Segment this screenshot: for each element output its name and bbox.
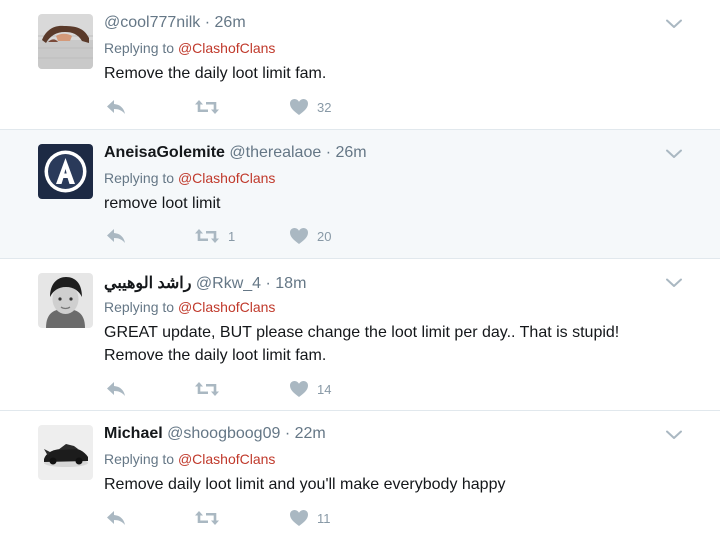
timestamp[interactable]: · 22m	[285, 425, 326, 442]
mention-link[interactable]: @ClashofClans	[178, 170, 275, 186]
replying-prefix: Replying to	[104, 451, 175, 467]
heart-icon	[289, 509, 309, 527]
display-name[interactable]: AneisaGolemite	[104, 144, 225, 161]
retweet-button[interactable]	[194, 97, 228, 117]
timestamp[interactable]: · 26m	[205, 14, 246, 31]
replying-prefix: Replying to	[104, 40, 175, 56]
like-count: 20	[317, 228, 332, 244]
reply-button[interactable]	[106, 508, 126, 528]
timestamp[interactable]: · 26m	[326, 144, 367, 161]
like-button[interactable]: 20	[289, 226, 331, 246]
tweet[interactable]: @cool777nilk · 26m Replying to @ClashofC…	[0, 0, 720, 130]
timestamp[interactable]: · 18m	[266, 275, 307, 292]
display-name[interactable]: Michael	[104, 425, 163, 442]
mention-link[interactable]: @ClashofClans	[178, 40, 275, 56]
chevron-down-icon[interactable]	[666, 275, 682, 285]
retweet-count: 1	[228, 228, 236, 244]
retweet-icon	[194, 381, 220, 397]
avatar[interactable]	[38, 144, 93, 199]
heart-icon	[289, 98, 309, 116]
like-button[interactable]: 11	[289, 508, 331, 528]
reply-icon	[106, 510, 126, 526]
like-count: 14	[317, 381, 332, 397]
chevron-down-icon[interactable]	[666, 146, 682, 156]
reply-button[interactable]	[106, 97, 126, 117]
tweet-text: Remove daily loot limit and you'll make …	[104, 476, 506, 493]
tweet-text: GREAT update, BUT please change the loot…	[104, 321, 694, 367]
tweet-text: remove loot limit	[104, 195, 221, 212]
avatar[interactable]	[38, 14, 93, 69]
user-handle[interactable]: @therealaoe	[229, 144, 321, 161]
tweet-text-line: GREAT update, BUT please change the loot…	[104, 324, 620, 341]
retweet-icon	[194, 99, 220, 115]
retweet-button[interactable]	[194, 508, 228, 528]
user-handle[interactable]: @cool777nilk	[104, 14, 200, 31]
retweet-icon	[194, 510, 220, 526]
display-name[interactable]: راشد الوهيبي	[104, 275, 191, 292]
replying-prefix: Replying to	[104, 299, 175, 315]
mention-link[interactable]: @ClashofClans	[178, 299, 275, 315]
replying-prefix: Replying to	[104, 170, 175, 186]
chevron-down-icon[interactable]	[666, 16, 682, 26]
like-button[interactable]: 32	[289, 97, 331, 117]
retweet-button[interactable]	[194, 379, 228, 399]
avatar[interactable]	[38, 425, 93, 480]
retweet-button[interactable]: 1	[194, 226, 235, 246]
like-count: 11	[317, 510, 331, 526]
user-handle[interactable]: @shoogboog09	[167, 425, 280, 442]
replying-to: Replying to @ClashofClans	[104, 299, 275, 315]
user-handle[interactable]: @Rkw_4	[196, 275, 261, 292]
tweet-text: Remove the daily loot limit fam.	[104, 65, 327, 82]
mention-link[interactable]: @ClashofClans	[178, 451, 275, 467]
tweet[interactable]: AneisaGolemite @therealaoe · 26m Replyin…	[0, 130, 720, 259]
tweet-text-line: Remove the daily loot limit fam.	[104, 347, 327, 364]
reply-icon	[106, 228, 126, 244]
reply-icon	[106, 99, 126, 115]
reply-button[interactable]	[106, 379, 126, 399]
reply-button[interactable]	[106, 226, 126, 246]
tweet[interactable]: راشد الوهيبي @Rkw_4 · 18m Replying to @C…	[0, 259, 720, 411]
like-button[interactable]: 14	[289, 379, 331, 399]
heart-icon	[289, 380, 309, 398]
avatar[interactable]	[38, 273, 93, 328]
retweet-icon	[194, 228, 220, 244]
reply-icon	[106, 381, 126, 397]
replying-to: Replying to @ClashofClans	[104, 451, 275, 467]
like-count: 32	[317, 99, 332, 115]
chevron-down-icon[interactable]	[666, 427, 682, 437]
replying-to: Replying to @ClashofClans	[104, 170, 275, 186]
heart-icon	[289, 227, 309, 245]
replying-to: Replying to @ClashofClans	[104, 40, 275, 56]
tweet[interactable]: Michael @shoogboog09 · 22m Replying to @…	[0, 411, 720, 538]
